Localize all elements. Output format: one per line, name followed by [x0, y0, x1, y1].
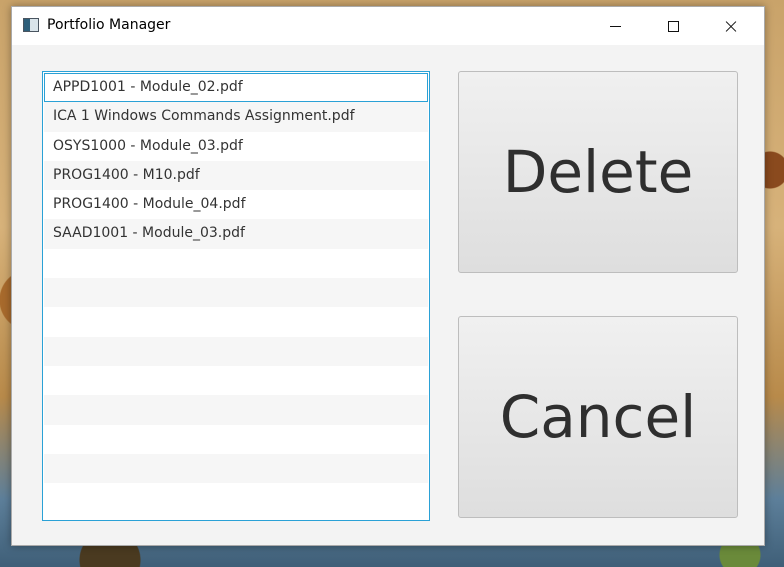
title-bar[interactable]: Portfolio Manager: [12, 7, 764, 45]
file-list-rows: APPD1001 - Module_02.pdf ICA 1 Windows Co…: [44, 73, 428, 513]
list-item-empty: [44, 483, 428, 513]
minimize-button[interactable]: [592, 7, 638, 45]
close-button[interactable]: [708, 7, 754, 45]
list-item-empty: [44, 424, 428, 454]
list-item-empty: [44, 395, 428, 425]
list-item-empty: [44, 248, 428, 279]
list-item[interactable]: OSYS1000 - Module_03.pdf: [44, 131, 428, 161]
delete-button[interactable]: Delete: [458, 71, 738, 273]
portfolio-manager-window: Portfolio Manager APPD1001 - Module_02.p…: [11, 6, 765, 546]
maximize-icon: [667, 20, 679, 32]
list-item-empty: [44, 278, 428, 308]
list-item-empty: [44, 336, 428, 366]
list-item-empty: [44, 307, 428, 337]
cancel-button[interactable]: Cancel: [458, 316, 738, 518]
list-item[interactable]: PROG1400 - M10.pdf: [44, 160, 428, 191]
close-icon: [724, 19, 738, 33]
list-item-empty: [44, 453, 428, 484]
list-item[interactable]: SAAD1001 - Module_03.pdf: [44, 219, 428, 249]
list-item-empty: [44, 365, 428, 396]
list-item[interactable]: ICA 1 Windows Commands Assignment.pdf: [44, 102, 428, 132]
app-window-icon: [23, 18, 39, 32]
list-item[interactable]: PROG1400 - Module_04.pdf: [44, 190, 428, 220]
minimize-icon: [609, 25, 621, 27]
file-list[interactable]: APPD1001 - Module_02.pdf ICA 1 Windows Co…: [42, 71, 430, 521]
list-item[interactable]: APPD1001 - Module_02.pdf: [44, 73, 428, 103]
window-title: Portfolio Manager: [47, 17, 171, 33]
maximize-button[interactable]: [650, 7, 696, 45]
